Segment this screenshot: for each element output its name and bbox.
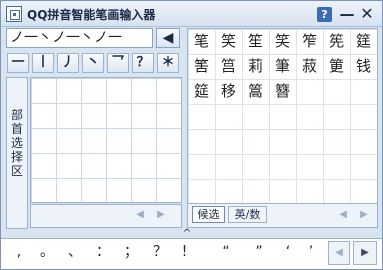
punctuation-key[interactable]: ” bbox=[249, 241, 269, 263]
stroke-button-dian[interactable]: 丶 bbox=[82, 53, 104, 73]
punctuation-key[interactable]: 。 bbox=[37, 241, 57, 263]
stroke-button-heng[interactable]: 一 bbox=[7, 53, 29, 73]
radical-prev-icon[interactable]: ◀ bbox=[131, 207, 149, 223]
punctuation-key[interactable]: “ bbox=[216, 241, 236, 263]
candidate-char[interactable]: 筥 bbox=[215, 54, 242, 79]
stroke-button-zhe[interactable]: 乛 bbox=[107, 53, 129, 73]
punctuation-next-icon[interactable]: ▶ bbox=[353, 241, 377, 265]
punctuation-key[interactable]: ？ bbox=[150, 241, 170, 263]
candidate-char[interactable]: 篙 bbox=[242, 79, 269, 104]
candidate-char[interactable]: 簪 bbox=[269, 79, 296, 104]
stroke-button-unknown[interactable]: ？ bbox=[132, 53, 154, 73]
punctuation-prev-icon[interactable]: ◀ bbox=[328, 241, 350, 265]
candidate-char[interactable]: 笑 bbox=[269, 29, 296, 54]
tab-candidates[interactable]: 候选 bbox=[192, 206, 225, 223]
punctuation-key[interactable]: ‘ bbox=[278, 241, 298, 263]
punctuation-key[interactable]: ！ bbox=[178, 241, 198, 263]
window-title: QQ拼音智能笔画输入器 bbox=[27, 8, 156, 22]
stroke-button-wildcard[interactable]: ＊ bbox=[157, 53, 179, 73]
candidate-char[interactable]: 笙 bbox=[242, 29, 269, 54]
candidate-char[interactable]: 筵 bbox=[188, 79, 215, 104]
candidate-char[interactable]: 筅 bbox=[323, 29, 350, 54]
candidate-char[interactable]: 筻 bbox=[323, 54, 350, 79]
punctuation-key[interactable]: ’ bbox=[301, 241, 321, 263]
punctuation-key[interactable]: ； bbox=[121, 241, 141, 263]
candidate-char[interactable]: 笮 bbox=[296, 29, 323, 54]
radical-grid[interactable] bbox=[30, 77, 182, 203]
punctuation-key[interactable]: , bbox=[9, 241, 29, 263]
candidate-prev-icon[interactable]: ◀ bbox=[335, 207, 351, 223]
minimize-button[interactable]: — bbox=[339, 5, 355, 23]
candidate-char[interactable]: 钱 bbox=[350, 54, 377, 79]
candidate-char[interactable]: 筆 bbox=[269, 54, 296, 79]
punctuation-key[interactable]: 、 bbox=[65, 241, 85, 263]
candidate-next-icon[interactable]: ▶ bbox=[356, 207, 372, 223]
input-tool-window: QQ拼音智能笔画输入器 ? — ✕ ノ一丶ノ一丶ノ一 ◀ 一 丨 丿 丶 乛 ？… bbox=[0, 0, 383, 270]
radical-label-text: 部首选择区 bbox=[10, 108, 23, 178]
candidate-char[interactable]: 筳 bbox=[350, 29, 377, 54]
radical-area-label: 部首选择区 bbox=[6, 77, 28, 229]
candidate-char[interactable]: 莉 bbox=[242, 54, 269, 79]
stroke-input-field[interactable]: ノ一丶ノ一丶ノ一 bbox=[6, 28, 153, 48]
app-logo-icon bbox=[6, 6, 22, 22]
punctuation-key[interactable]: ： bbox=[93, 241, 113, 263]
candidate-char[interactable]: 笔 bbox=[188, 29, 215, 54]
stroke-button-pie[interactable]: 丿 bbox=[57, 53, 79, 73]
close-button[interactable]: ✕ bbox=[358, 5, 376, 23]
backspace-arrow-icon: ◀ bbox=[162, 30, 174, 46]
radical-next-icon[interactable]: ▶ bbox=[152, 207, 170, 223]
candidate-char[interactable]: 筈 bbox=[188, 54, 215, 79]
candidate-panel: 笔 笑 笙 笑 笮 筅 筳 筈 筥 莉 筆 菽 筻 钱 筵 移 篙 簪 bbox=[187, 28, 378, 204]
candidate-char[interactable]: 菽 bbox=[296, 54, 323, 79]
backspace-button[interactable]: ◀ bbox=[156, 28, 180, 48]
candidate-char[interactable]: 移 bbox=[215, 79, 242, 104]
help-button[interactable]: ? bbox=[317, 7, 332, 22]
tab-english-numbers[interactable]: 英/数 bbox=[228, 206, 267, 223]
stroke-button-shu[interactable]: 丨 bbox=[32, 53, 54, 73]
title-bar[interactable]: QQ拼音智能笔画输入器 ? — ✕ bbox=[1, 1, 382, 27]
candidate-char[interactable]: 笑 bbox=[215, 29, 242, 54]
